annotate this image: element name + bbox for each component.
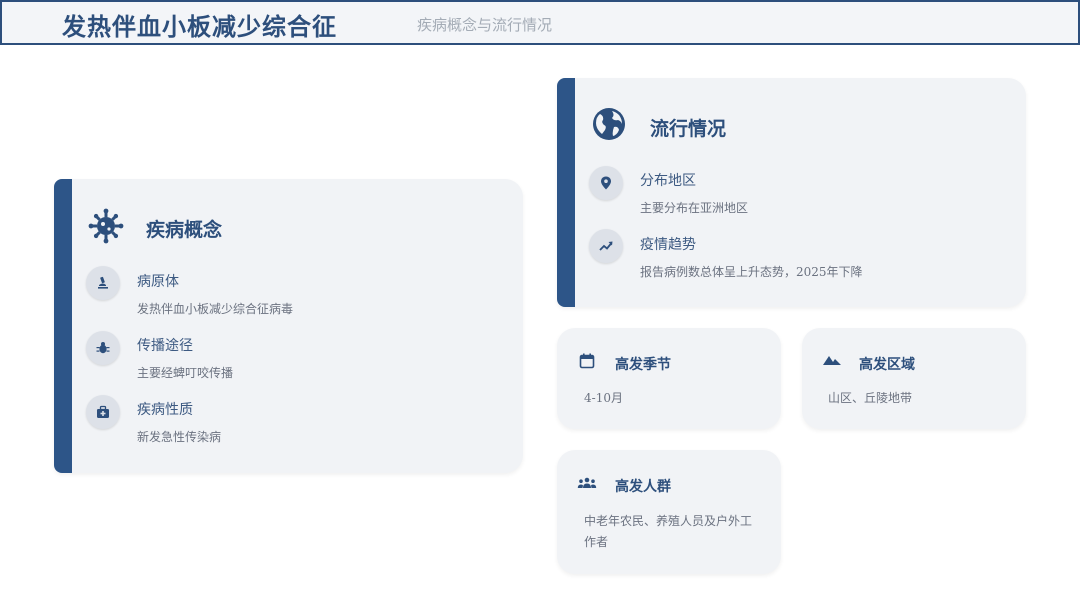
concept-item-circle bbox=[86, 266, 120, 300]
people-text-line1: 中老年农民、养殖人员及户外工 bbox=[584, 514, 753, 528]
page-title: 发热伴血小板减少综合征 bbox=[62, 12, 337, 41]
people-card: 高发人群 中老年农民、养殖人员及户外工 作者 bbox=[557, 450, 781, 574]
trend-up-icon bbox=[599, 241, 613, 251]
epidemic-title: 流行情况 bbox=[650, 118, 727, 140]
season-text: 4-10月 bbox=[584, 391, 623, 405]
concept-item-title: 传播途径 bbox=[137, 338, 193, 354]
concept-item-text: 新发急性传染病 bbox=[137, 430, 222, 444]
globe-icon bbox=[593, 108, 625, 140]
concept-item-circle bbox=[86, 395, 120, 429]
epidemic-card: 流行情况 分布地区 主要分布在亚洲地区 疫情趋势 报告病例数总体呈上升态势，20… bbox=[557, 78, 1026, 307]
concept-title: 疾病概念 bbox=[146, 219, 223, 241]
page-subtitle: 疾病概念与流行情况 bbox=[417, 16, 553, 34]
concept-card: 疾病概念 病原体 发热伴血小板减少综合征病毒 传播途径 主要经蜱叮咬传播 疾病性… bbox=[54, 179, 523, 473]
virus-icon bbox=[88, 208, 124, 244]
concept-item-title: 疾病性质 bbox=[137, 402, 193, 418]
calendar-icon bbox=[579, 353, 595, 369]
season-title: 高发季节 bbox=[615, 357, 671, 373]
season-card: 高发季节 4-10月 bbox=[557, 328, 781, 429]
people-title: 高发人群 bbox=[615, 479, 671, 495]
mountain-icon bbox=[823, 356, 841, 365]
location-pin-icon bbox=[601, 176, 611, 190]
region-text: 山区、丘陵地带 bbox=[828, 391, 913, 405]
concept-item-text: 发热伴血小板减少综合征病毒 bbox=[137, 302, 294, 316]
group-icon bbox=[577, 477, 597, 488]
microscope-icon bbox=[98, 276, 108, 289]
region-title: 高发区域 bbox=[859, 357, 915, 373]
header-bar: 发热伴血小板减少综合征 疾病概念与流行情况 bbox=[0, 0, 1080, 45]
concept-item-circle bbox=[86, 331, 120, 365]
concept-item-text: 主要经蜱叮咬传播 bbox=[137, 366, 234, 380]
medical-kit-icon bbox=[97, 405, 109, 418]
epidemic-item-text: 报告病例数总体呈上升态势，2025年下降 bbox=[640, 265, 863, 279]
epidemic-item-circle bbox=[589, 166, 623, 200]
epidemic-item-circle bbox=[589, 229, 623, 263]
epidemic-item-text: 主要分布在亚洲地区 bbox=[640, 201, 749, 215]
region-card: 高发区域 山区、丘陵地带 bbox=[802, 328, 1026, 429]
bug-icon bbox=[96, 342, 110, 354]
people-text-line2: 作者 bbox=[584, 535, 609, 549]
epidemic-item-title: 分布地区 bbox=[640, 173, 696, 189]
epidemic-item-title: 疫情趋势 bbox=[640, 237, 696, 253]
concept-item-title: 病原体 bbox=[137, 274, 179, 290]
